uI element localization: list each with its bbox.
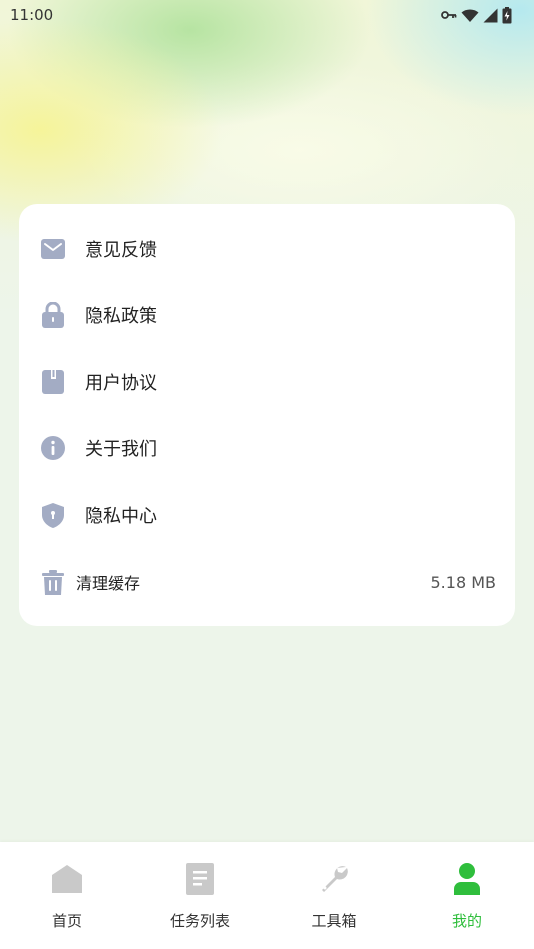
menu-item-label: 隐私政策 [85,306,157,327]
menu-item-label: 关于我们 [85,439,157,460]
bottom-tab-bar: 首页 任务列表 工具箱 我的 [0,842,534,949]
menu-item-clear-cache[interactable]: 清理缓存 5.18 MB [19,549,515,615]
wrench-icon [317,862,351,896]
tab-label: 任务列表 [169,912,230,930]
menu-item-label: 意见反馈 [85,240,157,261]
status-bar: 11:00 [0,0,534,30]
tab-label: 工具箱 [311,912,357,930]
signal-icon [483,8,498,23]
tab-task-list[interactable]: 任务列表 [133,842,267,949]
info-icon [41,436,65,460]
tab-label: 首页 [51,912,82,930]
lock-icon [41,302,65,328]
status-time: 11:00 [10,6,54,24]
menu-item-privacy-center[interactable]: 隐私中心 [19,482,515,548]
menu-item-label: 隐私中心 [85,506,157,527]
menu-item-feedback[interactable]: 意见反馈 [19,216,515,282]
mail-icon [41,237,65,261]
menu-item-label: 清理缓存 [76,574,141,593]
shield-icon [41,502,65,528]
book-icon [41,370,65,394]
battery-charging-icon [502,6,512,24]
menu-item-about-us[interactable]: 关于我们 [19,415,515,481]
tab-toolbox[interactable]: 工具箱 [267,842,401,949]
vpn-key-icon [441,9,457,21]
tab-home[interactable]: 首页 [0,842,134,949]
tab-mine[interactable]: 我的 [400,842,534,949]
home-icon [50,862,84,896]
cache-size-value: 5.18 MB [430,572,497,592]
wifi-icon [461,8,479,23]
person-icon [450,862,484,896]
menu-item-privacy-policy[interactable]: 隐私政策 [19,282,515,348]
document-icon [183,862,217,896]
status-icons [441,6,512,24]
menu-item-user-agreement[interactable]: 用户协议 [19,349,515,415]
menu-item-label: 用户协议 [85,373,157,394]
trash-icon [41,569,65,595]
tab-label: 我的 [451,912,482,930]
settings-menu-card: 意见反馈 隐私政策 用户协议 关于我们 隐私中心 清理缓存 5.18 MB [19,204,515,626]
